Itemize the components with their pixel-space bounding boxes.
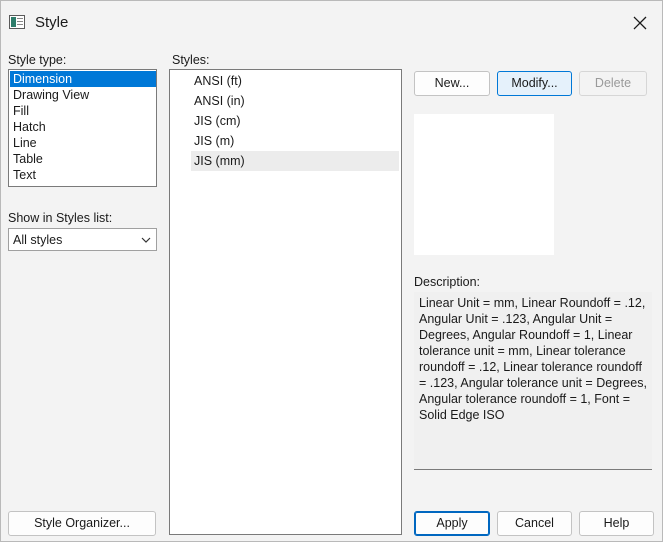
show-in-styles-value: All styles <box>13 233 63 247</box>
style-organizer-button[interactable]: Style Organizer... <box>8 511 156 536</box>
styles-item-jis-m[interactable]: JIS (m) <box>191 131 399 151</box>
style-type-item-text[interactable]: Text <box>10 167 156 183</box>
style-type-item-line[interactable]: Line <box>10 135 156 151</box>
style-type-list[interactable]: Dimension Drawing View Fill Hatch Line T… <box>8 69 157 187</box>
style-type-item-table[interactable]: Table <box>10 151 156 167</box>
style-dialog: Style Style type: Dimension Drawing View… <box>0 0 663 542</box>
style-preview <box>414 114 554 255</box>
dialog-title: Style <box>35 14 69 31</box>
delete-button[interactable]: Delete <box>579 71 647 96</box>
show-in-styles-label: Show in Styles list: <box>8 211 113 225</box>
styles-item-ansi-ft[interactable]: ANSI (ft) <box>191 71 399 91</box>
title-bar: Style <box>1 1 662 45</box>
style-type-item-drawing-view[interactable]: Drawing View <box>10 87 156 103</box>
apply-button[interactable]: Apply <box>414 511 490 536</box>
app-window-icon <box>9 15 25 29</box>
styles-item-jis-cm[interactable]: JIS (cm) <box>191 111 399 131</box>
styles-item-jis-mm[interactable]: JIS (mm) <box>191 151 399 171</box>
modify-button[interactable]: Modify... <box>497 71 572 96</box>
close-button[interactable] <box>626 9 654 37</box>
close-icon <box>633 16 647 30</box>
description-text: Linear Unit = mm, Linear Roundoff = .12,… <box>414 292 652 470</box>
description-label: Description: <box>414 275 480 289</box>
styles-list[interactable]: ANSI (ft) ANSI (in) JIS (cm) JIS (m) JIS… <box>169 69 402 535</box>
style-type-item-fill[interactable]: Fill <box>10 103 156 119</box>
new-button[interactable]: New... <box>414 71 490 96</box>
style-type-item-hatch[interactable]: Hatch <box>10 119 156 135</box>
chevron-down-icon <box>141 237 151 243</box>
cancel-button[interactable]: Cancel <box>497 511 572 536</box>
styles-label: Styles: <box>172 53 210 67</box>
show-in-styles-dropdown[interactable]: All styles <box>8 228 157 251</box>
style-type-item-dimension[interactable]: Dimension <box>10 71 156 87</box>
style-type-label: Style type: <box>8 53 67 67</box>
help-button[interactable]: Help <box>579 511 654 536</box>
styles-item-ansi-in[interactable]: ANSI (in) <box>191 91 399 111</box>
